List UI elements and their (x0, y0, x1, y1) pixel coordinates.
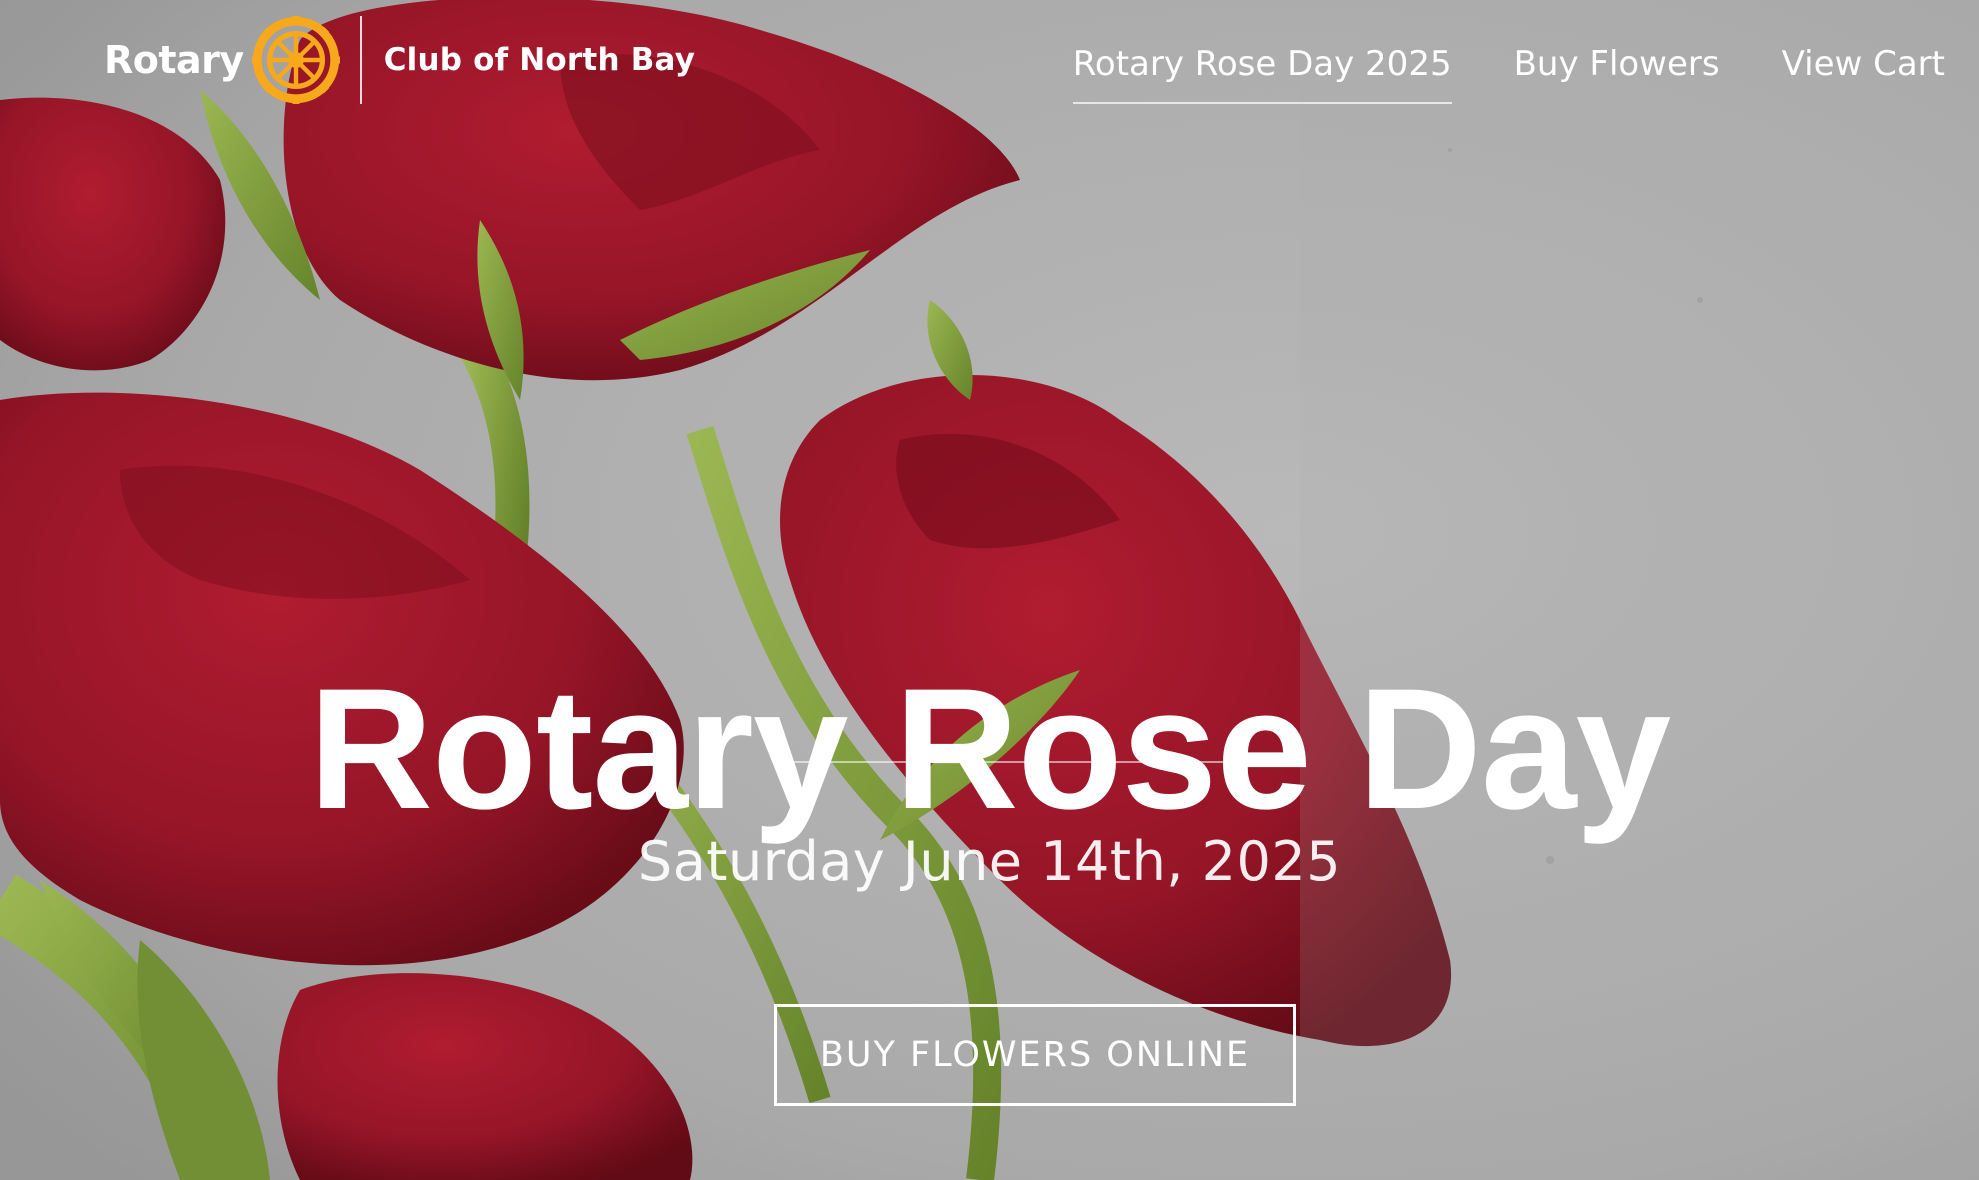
hero-title: Rotary Rose Day (308, 653, 1672, 846)
club-name: Club of North Bay (383, 42, 696, 78)
hero-divider (778, 761, 1296, 763)
main-nav: Rotary Rose Day 2025 Buy Flowers View Ca… (1072, 44, 1945, 104)
logo-divider (359, 16, 362, 104)
nav-view-cart[interactable]: View Cart (1782, 44, 1945, 104)
buy-flowers-online-button[interactable]: BUY FLOWERS ONLINE (774, 1004, 1296, 1106)
logo-wordmark: Rotary (104, 38, 244, 82)
event-date: Saturday June 14th, 2025 (637, 830, 1342, 893)
hero-section: Rotary Club of North Bay Rotary Rose Day… (0, 0, 1979, 1180)
hero-overlay (0, 0, 1979, 1180)
nav-buy-flowers[interactable]: Buy Flowers (1514, 44, 1720, 104)
rotary-wheel-icon (251, 16, 340, 104)
nav-rotary-rose-day-2025[interactable]: Rotary Rose Day 2025 (1072, 44, 1452, 104)
site-logo[interactable]: Rotary Club of North Bay (104, 14, 695, 106)
